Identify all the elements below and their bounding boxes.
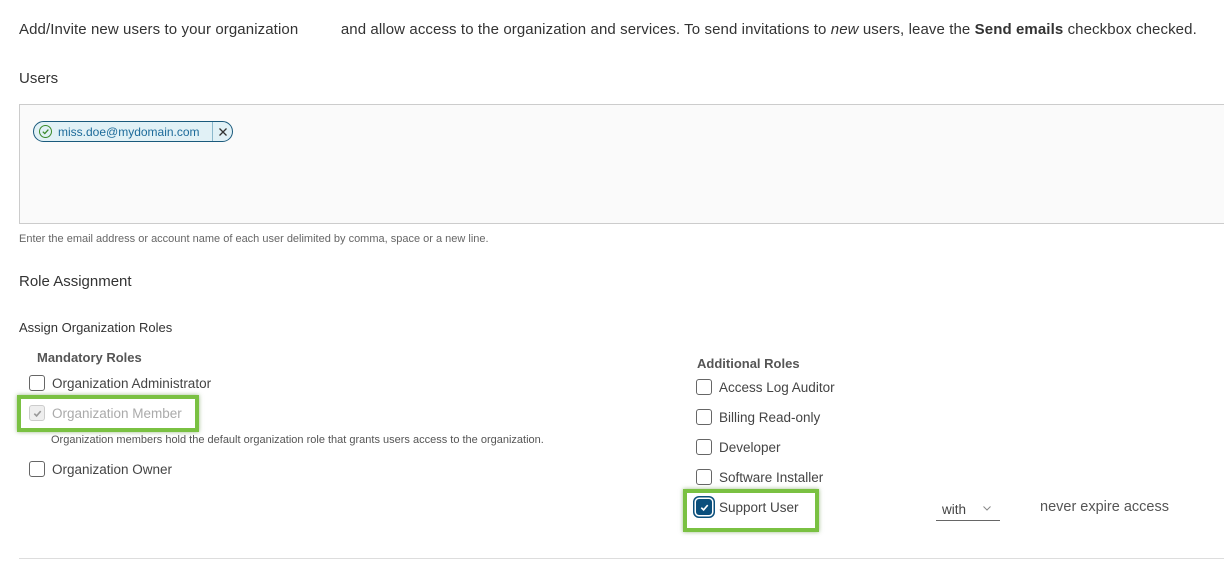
checkbox[interactable] (29, 461, 45, 477)
remove-chip-icon[interactable] (212, 122, 232, 141)
role-label: Access Log Auditor (719, 379, 835, 395)
role-label: Software Installer (719, 469, 824, 485)
role-software-installer[interactable]: Software Installer (696, 469, 823, 485)
intro-part3: users, leave the (862, 21, 971, 38)
checkbox[interactable] (696, 469, 712, 485)
checkbox[interactable] (696, 439, 712, 455)
redacted-org-name (302, 23, 337, 38)
intro-emphasis: new (830, 21, 859, 38)
role-org-owner[interactable]: Organization Owner (29, 461, 172, 477)
role-label: Organization Administrator (52, 375, 212, 391)
intro-part1: Add/Invite new users to your organizatio… (19, 21, 299, 38)
checkbox-disabled (29, 405, 45, 421)
role-org-member: Organization Member (29, 405, 182, 421)
role-label: Organization Member (52, 405, 182, 421)
support-expiry-text: never expire access (1040, 499, 1169, 515)
role-access-log-auditor[interactable]: Access Log Auditor (696, 379, 835, 395)
role-label: Organization Owner (52, 461, 173, 477)
select-value: with (942, 501, 967, 517)
assign-org-roles-label: Assign Organization Roles (19, 320, 173, 335)
checkbox[interactable] (696, 409, 712, 425)
role-support-user[interactable]: Support User (696, 499, 799, 515)
role-label: Billing Read-only (719, 409, 821, 425)
mandatory-roles-title: Mandatory Roles (37, 350, 142, 365)
valid-check-icon (39, 125, 52, 138)
role-billing-read-only[interactable]: Billing Read-only (696, 409, 820, 425)
role-assignment-heading: Role Assignment (19, 273, 132, 290)
users-helper-text: Enter the email address or account name … (19, 233, 489, 245)
users-input[interactable]: miss.doe@mydomain.com (19, 104, 1224, 224)
role-label: Developer (719, 439, 781, 455)
role-label: Support User (719, 499, 799, 515)
user-chip-email: miss.doe@mydomain.com (58, 124, 200, 139)
checkbox[interactable] (29, 375, 45, 391)
role-org-administrator[interactable]: Organization Administrator (29, 375, 211, 391)
support-user-duration-select[interactable]: with (936, 498, 1000, 521)
intro-text: Add/Invite new users to your organizatio… (19, 21, 1197, 38)
user-chip[interactable]: miss.doe@mydomain.com (33, 121, 233, 142)
divider (19, 558, 1224, 559)
chevron-down-icon (983, 506, 991, 511)
checkbox-checked[interactable] (696, 499, 712, 515)
intro-send-emails: Send emails (974, 21, 1064, 38)
users-label: Users (19, 70, 59, 87)
intro-part4: checkbox checked. (1067, 21, 1197, 38)
additional-roles-title: Additional Roles (697, 356, 800, 371)
role-developer[interactable]: Developer (696, 439, 781, 455)
intro-part2: and allow access to the organization and… (340, 21, 827, 38)
org-member-description: Organization members hold the default or… (51, 434, 544, 446)
checkbox[interactable] (696, 379, 712, 395)
